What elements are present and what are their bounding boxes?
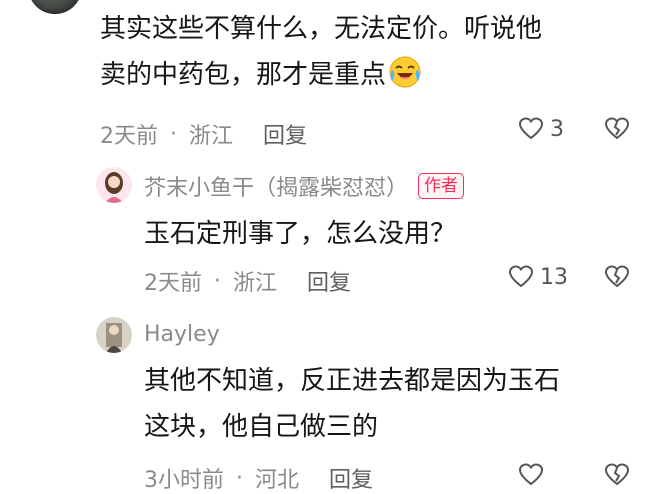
comment-3-location: 河北: [255, 468, 300, 493]
comment-1-dislike-button[interactable]: [604, 116, 630, 146]
comment-2-dislike-button[interactable]: [604, 264, 630, 294]
separator-dot: ·: [170, 121, 177, 147]
comment-2-username[interactable]: 芥末小鱼干（揭露柴怼怼）: [144, 170, 408, 202]
comment-2-like-count: 13: [540, 264, 568, 290]
comment-1-line-2: 卖的中药包，那才是重点: [100, 52, 542, 98]
comment-1-time: 2天前: [100, 124, 158, 149]
comment-3-username[interactable]: Hayley: [144, 322, 220, 347]
comment-1-like-count: 3: [550, 116, 564, 142]
comment-1-line-1: 其实这些不算什么，无法定价。听说他: [100, 14, 543, 44]
comment-3-line-2: 这块，他自己做三的: [144, 412, 379, 442]
comment-2-like-button[interactable]: 13: [508, 264, 568, 290]
comment-1-like-button[interactable]: 3: [518, 116, 564, 142]
heart-outline-icon: [518, 117, 544, 140]
comment-2-header: 芥末小鱼干（揭露柴怼怼） 作者: [144, 170, 465, 202]
avatar-hayley[interactable]: [96, 317, 132, 353]
separator-dot: ·: [214, 268, 221, 294]
comment-3-time: 3小时前: [144, 468, 224, 493]
comment-2-reply-button[interactable]: 回复: [307, 265, 351, 297]
comment-3-meta: 3小时前 · 河北 回复: [144, 462, 373, 494]
heart-outline-icon: [508, 265, 534, 288]
comment-1-meta: 2天前 · 浙江 回复: [100, 118, 307, 150]
comment-3-reply-button[interactable]: 回复: [329, 462, 373, 494]
heart-outline-icon: [518, 463, 544, 486]
comment-3-text: 其他不知道，反正进去都是因为玉石 这块，他自己做三的: [144, 358, 560, 450]
broken-heart-icon: [604, 265, 630, 288]
broken-heart-icon: [604, 463, 630, 486]
comment-3-dislike-button[interactable]: [604, 462, 630, 492]
comment-1-reply-button[interactable]: 回复: [263, 118, 307, 150]
comment-1-line-2-text: 卖的中药包，那才是重点: [100, 60, 387, 90]
comment-3-line-1: 其他不知道，反正进去都是因为玉石: [144, 366, 561, 396]
broken-heart-icon: [604, 117, 630, 140]
laughing-crying-emoji-icon: [388, 55, 422, 89]
author-badge: 作者: [418, 173, 465, 199]
comment-3-like-button[interactable]: [518, 462, 544, 488]
avatar-author[interactable]: [96, 167, 132, 203]
comment-2-time: 2天前: [144, 271, 202, 296]
comment-2-text: 玉石定刑事了，怎么没用？: [144, 219, 457, 249]
comment-1-location: 浙江: [189, 124, 234, 149]
separator-dot: ·: [236, 465, 243, 491]
comment-2-meta: 2天前 · 浙江 回复: [144, 265, 351, 297]
avatar-commenter-1[interactable]: [28, 0, 82, 14]
comment-2-location: 浙江: [233, 271, 278, 296]
comment-1-text: 其实这些不算什么，无法定价。听说他 卖的中药包，那才是重点: [100, 6, 542, 98]
